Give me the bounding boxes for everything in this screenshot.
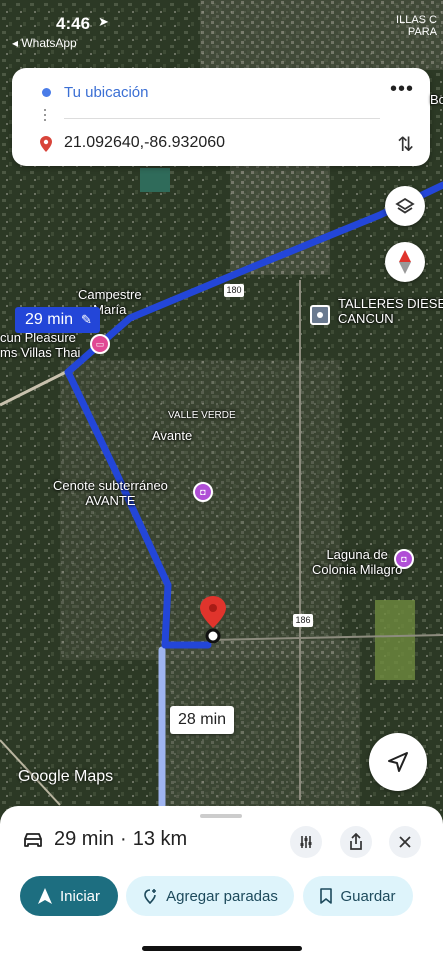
layers-button[interactable] (385, 186, 425, 226)
map-edge-label: Bo (430, 92, 443, 107)
alt-route-label[interactable]: 28 min (170, 706, 235, 734)
recenter-button[interactable] (369, 733, 427, 791)
status-right-text: ILLAS C PARA (396, 14, 437, 38)
road-shield-186: 186 (295, 615, 311, 625)
share-icon (350, 833, 362, 850)
close-icon (399, 836, 411, 848)
save-label: Guardar (340, 887, 396, 905)
summary-separator: · (120, 828, 127, 850)
destination-pin-icon (40, 136, 52, 152)
map-label-cenote: Cenote subterráneo AVANTE (53, 478, 168, 508)
tune-icon (300, 836, 312, 848)
origin-dot-icon (42, 88, 51, 97)
destination-marker-icon[interactable] (198, 596, 228, 644)
summary-distance: 13 km (132, 828, 188, 850)
save-button[interactable]: Guardar (303, 876, 413, 916)
car-icon (24, 832, 42, 847)
card-divider (64, 118, 380, 119)
share-button[interactable] (340, 826, 372, 858)
map-label-avante: Avante (152, 428, 193, 443)
poi-cenote-icon[interactable]: ◘ (193, 482, 213, 502)
route-time-text: 29 min (25, 311, 74, 328)
location-arrow-icon: ➤ (98, 14, 109, 29)
fuel-leaf-icon: ✎ (81, 312, 92, 327)
compass-icon (399, 250, 411, 274)
add-stop-icon (144, 889, 157, 904)
add-stops-label: Agregar paradas (166, 887, 278, 905)
home-indicator[interactable] (142, 946, 302, 951)
start-button[interactable]: Iniciar (20, 876, 118, 916)
compass-button[interactable] (385, 242, 425, 282)
back-to-whatsapp-link[interactable]: ◂ WhatsApp (12, 36, 77, 50)
road-shield-180: 180 (226, 285, 242, 295)
layers-icon (395, 197, 415, 214)
route-time-label[interactable]: 29 min ✎ (15, 307, 100, 333)
poi-laguna-icon[interactable]: ◘ (394, 549, 414, 569)
map-label-talleres: TALLERES DIESE CANCUN (338, 296, 443, 326)
bookmark-icon (320, 888, 333, 904)
route-input-card: Tu ubicación ••• 21.092640,-86.932060 ⇅ (12, 68, 430, 166)
more-options-icon[interactable]: ••• (390, 78, 414, 101)
start-label: Iniciar (59, 887, 100, 905)
add-stops-button[interactable]: Agregar paradas (126, 876, 294, 916)
navigation-start-icon (37, 888, 52, 904)
map-label-laguna: Laguna de Colonia Milagro (312, 547, 403, 577)
sheet-handle[interactable] (200, 814, 242, 818)
bottom-sheet: 29 min · 13 km Iniciar Agregar paradas Gua… (0, 806, 443, 960)
poi-talleres-icon[interactable] (310, 305, 330, 325)
close-button[interactable] (389, 826, 421, 858)
summary-time: 29 min (54, 828, 115, 850)
google-maps-attribution: Google Maps (18, 768, 114, 785)
destination-field[interactable]: 21.092640,-86.932060 (64, 134, 225, 152)
route-options-button[interactable] (290, 826, 322, 858)
navigation-arrow-icon (388, 752, 408, 772)
map-label-valle-verde: VALLE VERDE (168, 410, 236, 421)
swap-icon[interactable]: ⇅ (397, 132, 414, 157)
map-label-pleasure: cun Pleasure ms Villas Thai (0, 330, 81, 360)
poi-pleasure-icon[interactable]: ▭ (90, 334, 110, 354)
origin-field[interactable]: Tu ubicación (64, 84, 149, 101)
route-connector-icon (44, 106, 47, 126)
route-summary: 29 min · 13 km (22, 828, 187, 851)
status-time: 4:46 (56, 14, 91, 33)
status-bar: 4:46 ➤ ◂ WhatsApp ILLAS C PARA (0, 10, 443, 50)
